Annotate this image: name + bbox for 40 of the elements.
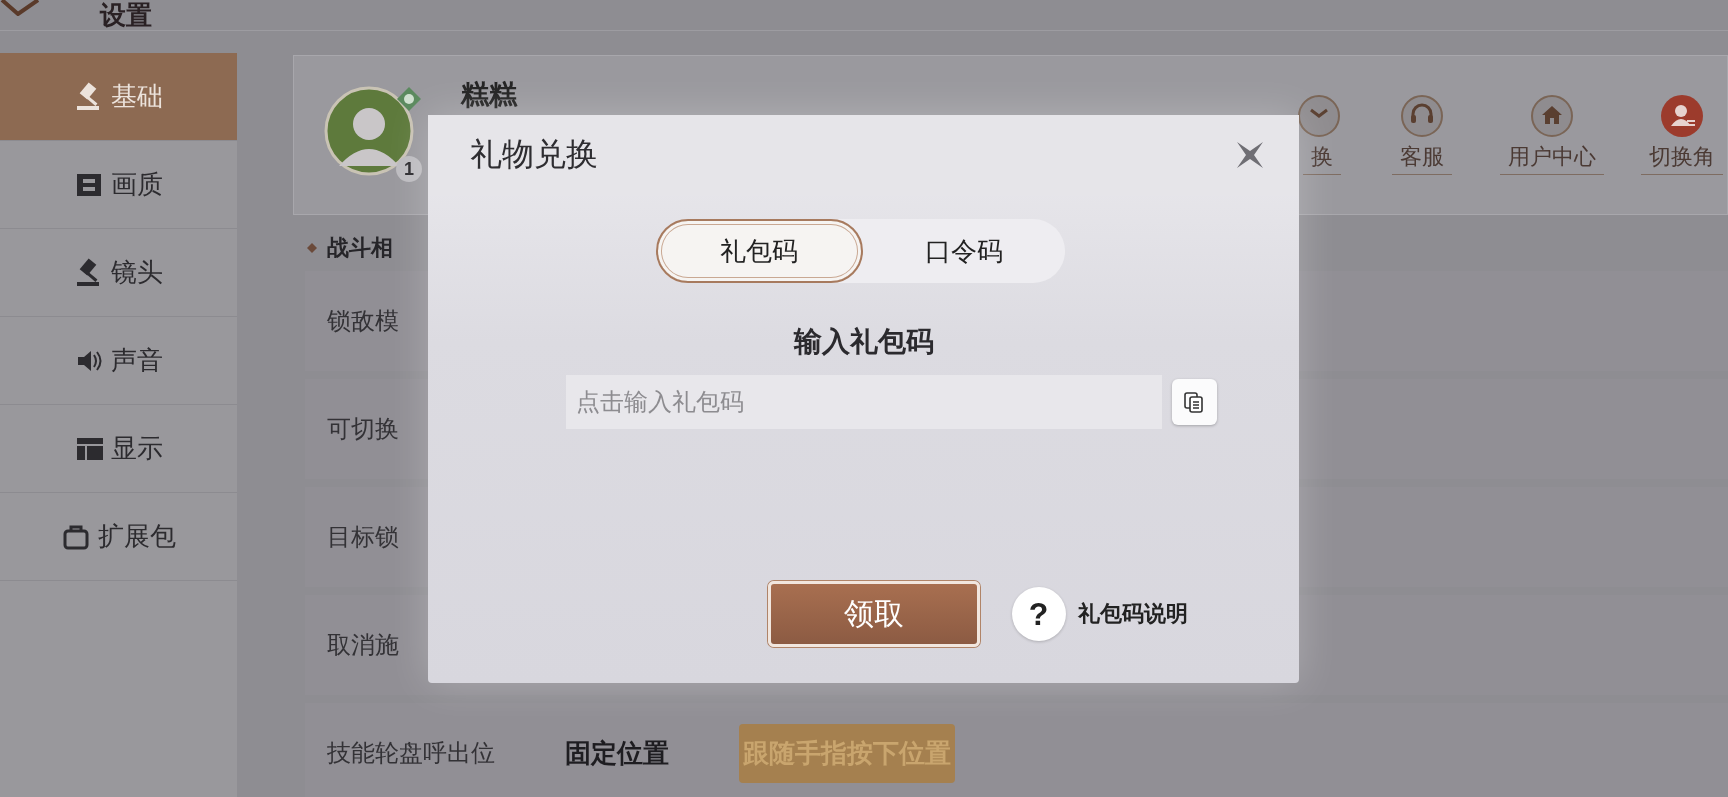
input-prompt: 输入礼包码 [793,325,934,359]
sidebar-item[interactable]: 声音 [0,317,237,405]
setting-label: 可切换 [327,414,399,444]
sidebar-item[interactable]: 扩展包 [0,493,237,581]
option-button[interactable]: 固定位置 [555,725,679,781]
close-icon [1235,140,1265,170]
sidebar-item[interactable]: 基础 [0,53,237,141]
player-name: 糕糕 [461,78,517,112]
sidebar-item[interactable]: 镜头 [0,229,237,317]
shortcut-button[interactable]: 切换角 [1633,94,1728,175]
section-title: 战斗相 [327,234,393,262]
claim-button[interactable]: 领取 [767,581,980,647]
help-button[interactable]: ? [1011,587,1066,641]
level-badge: 1 [396,156,422,182]
diamond-icon [307,243,317,253]
tab[interactable]: 口令码 [862,219,1065,283]
headset-icon [1400,94,1444,138]
user-switch-icon [1660,94,1704,138]
paste-button[interactable] [1171,379,1217,425]
shortcut-button[interactable]: 换 [1281,94,1341,175]
shortcut-label: 切换角 [1641,142,1723,175]
tab[interactable]: 礼包码 [656,219,863,283]
shortcut-label: 客服 [1392,142,1452,175]
home-icon [1530,94,1574,138]
shortcut-label: 用户中心 [1500,142,1604,175]
clover-icon [396,86,422,112]
shortcut-button[interactable]: 用户中心 [1503,94,1601,175]
setting-label: 目标锁 [327,522,399,552]
setting-label: 取消施 [327,630,399,660]
help-link[interactable]: 礼包码说明 [1077,599,1188,629]
clipboard-icon [1183,390,1205,414]
sidebar-item[interactable]: 显示 [0,405,237,493]
setting-label: 技能轮盘呼出位 [327,738,495,768]
code-input-field[interactable]: 点击输入礼包码 [565,375,1162,429]
dialog-title: 礼物兑换 [470,135,598,174]
shortcut-button[interactable]: 客服 [1373,94,1471,175]
shortcut-label: 换 [1303,142,1341,175]
page-title: 设置 [100,0,152,30]
setting-label: 锁敌模 [327,306,399,336]
sidebar-item[interactable]: 画质 [0,141,237,229]
